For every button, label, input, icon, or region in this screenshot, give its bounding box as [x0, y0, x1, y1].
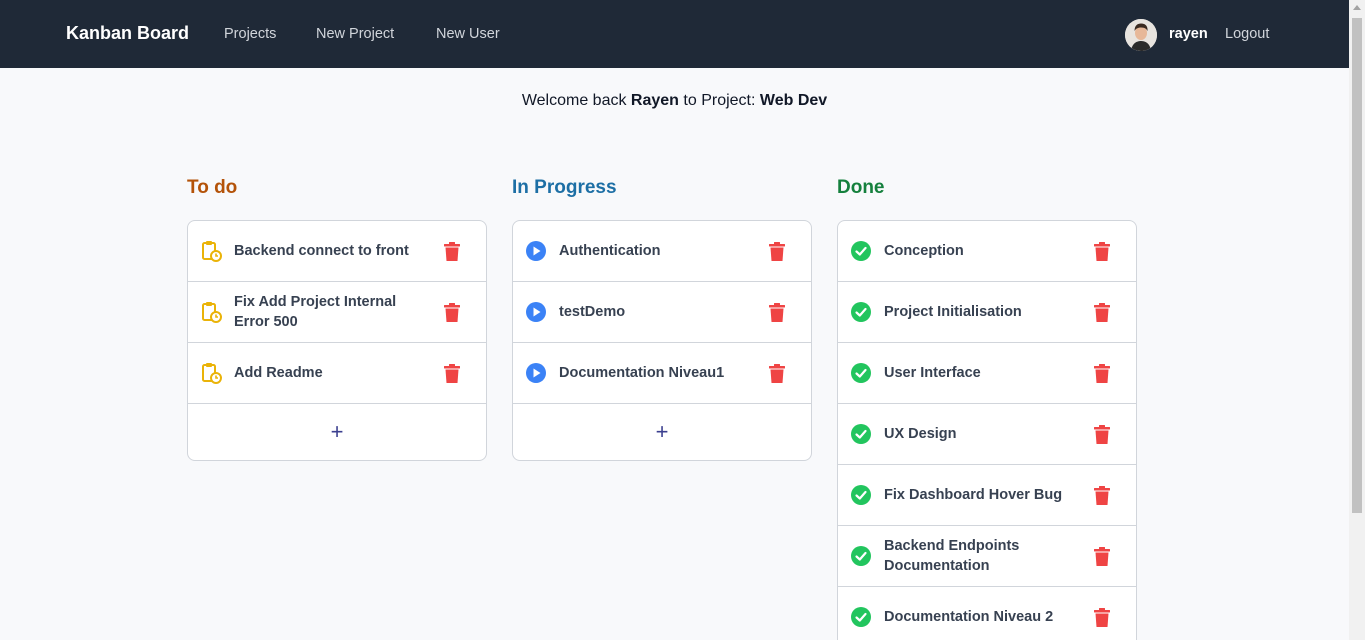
- scroll-up-arrow-icon[interactable]: [1353, 5, 1361, 10]
- task-label: Backend connect to front: [234, 243, 409, 259]
- trash-icon[interactable]: [1094, 547, 1110, 566]
- task-label: Fix Dashboard Hover Bug: [884, 487, 1063, 503]
- task-card[interactable]: Authentication: [513, 221, 811, 282]
- nav-link-new-user[interactable]: New User: [436, 26, 500, 42]
- top-navbar: Kanban Board Projects New Project New Us…: [0, 0, 1349, 68]
- brand-logo[interactable]: Kanban Board: [66, 23, 189, 44]
- check-circle-icon: [851, 546, 871, 566]
- trash-icon[interactable]: [444, 242, 460, 261]
- column-title-in-progress: In Progress: [512, 177, 617, 198]
- check-circle-icon: [851, 241, 871, 261]
- check-circle-icon: [851, 485, 871, 505]
- welcome-message: Welcome back Rayen to Project: Web Dev: [0, 92, 1349, 110]
- task-label: Fix Add Project Internal Error 500: [234, 294, 397, 330]
- task-label: Documentation Niveau 2: [884, 609, 1054, 625]
- add-task-button[interactable]: +: [188, 404, 486, 460]
- todo-column: Backend connect to front Fix Add Project…: [187, 220, 487, 461]
- trash-icon[interactable]: [1094, 425, 1110, 444]
- welcome-middle: to Project:: [683, 92, 756, 109]
- done-column: Conception Project Initialisation User I…: [837, 220, 1137, 640]
- task-label: Documentation Niveau1: [559, 365, 725, 381]
- task-label: Authentication: [559, 243, 661, 259]
- trash-icon[interactable]: [769, 364, 785, 383]
- task-label: UX Design: [884, 426, 957, 442]
- check-circle-icon: [851, 302, 871, 322]
- user-avatar[interactable]: [1125, 19, 1157, 51]
- nav-link-new-project[interactable]: New Project: [316, 26, 394, 42]
- trash-icon[interactable]: [1094, 608, 1110, 627]
- nav-link-projects[interactable]: Projects: [224, 26, 276, 42]
- in-progress-column: Authentication testDemo Documentation Ni…: [512, 220, 812, 461]
- task-label: User Interface: [884, 365, 981, 381]
- trash-icon[interactable]: [1094, 303, 1110, 322]
- clipboard-clock-icon: [202, 241, 222, 262]
- trash-icon[interactable]: [444, 303, 460, 322]
- trash-icon[interactable]: [769, 242, 785, 261]
- clipboard-clock-icon: [202, 302, 222, 323]
- add-task-button[interactable]: +: [513, 404, 811, 460]
- task-label: Project Initialisation: [884, 304, 1022, 320]
- play-circle-icon: [526, 363, 546, 383]
- column-title-done: Done: [837, 177, 885, 198]
- check-circle-icon: [851, 363, 871, 383]
- plus-icon: +: [655, 419, 669, 444]
- trash-icon[interactable]: [1094, 486, 1110, 505]
- play-circle-icon: [526, 241, 546, 261]
- page-scrollbar[interactable]: [1349, 0, 1365, 640]
- username-label[interactable]: rayen: [1169, 26, 1208, 42]
- trash-icon[interactable]: [444, 364, 460, 383]
- task-label: Add Readme: [234, 365, 323, 381]
- task-card[interactable]: Backend connect to front: [188, 221, 486, 282]
- task-card[interactable]: Add Readme: [188, 343, 486, 404]
- task-label: Conception: [884, 243, 964, 259]
- welcome-user: Rayen: [630, 92, 679, 109]
- task-card[interactable]: Documentation Niveau 2: [838, 587, 1136, 640]
- task-label: Backend Endpoints Documentation: [884, 538, 1020, 574]
- play-circle-icon: [526, 302, 546, 322]
- task-card[interactable]: Documentation Niveau1: [513, 343, 811, 404]
- trash-icon[interactable]: [769, 303, 785, 322]
- welcome-project: Web Dev: [759, 92, 828, 109]
- trash-icon[interactable]: [1094, 364, 1110, 383]
- task-card[interactable]: Fix Add Project Internal Error 500: [188, 282, 486, 343]
- task-card[interactable]: Backend Endpoints Documentation: [838, 526, 1136, 587]
- welcome-prefix: Welcome back: [521, 92, 627, 109]
- logout-link[interactable]: Logout: [1225, 26, 1269, 42]
- task-card[interactable]: testDemo: [513, 282, 811, 343]
- clipboard-clock-icon: [202, 363, 222, 384]
- plus-icon: +: [330, 419, 344, 444]
- task-card[interactable]: User Interface: [838, 343, 1136, 404]
- trash-icon[interactable]: [1094, 242, 1110, 261]
- task-card[interactable]: Fix Dashboard Hover Bug: [838, 465, 1136, 526]
- scrollbar-thumb[interactable]: [1352, 18, 1362, 513]
- task-label: testDemo: [559, 304, 626, 320]
- column-title-todo: To do: [187, 177, 238, 198]
- task-card[interactable]: Project Initialisation: [838, 282, 1136, 343]
- check-circle-icon: [851, 424, 871, 444]
- task-card[interactable]: UX Design: [838, 404, 1136, 465]
- check-circle-icon: [851, 607, 871, 627]
- task-card[interactable]: Conception: [838, 221, 1136, 282]
